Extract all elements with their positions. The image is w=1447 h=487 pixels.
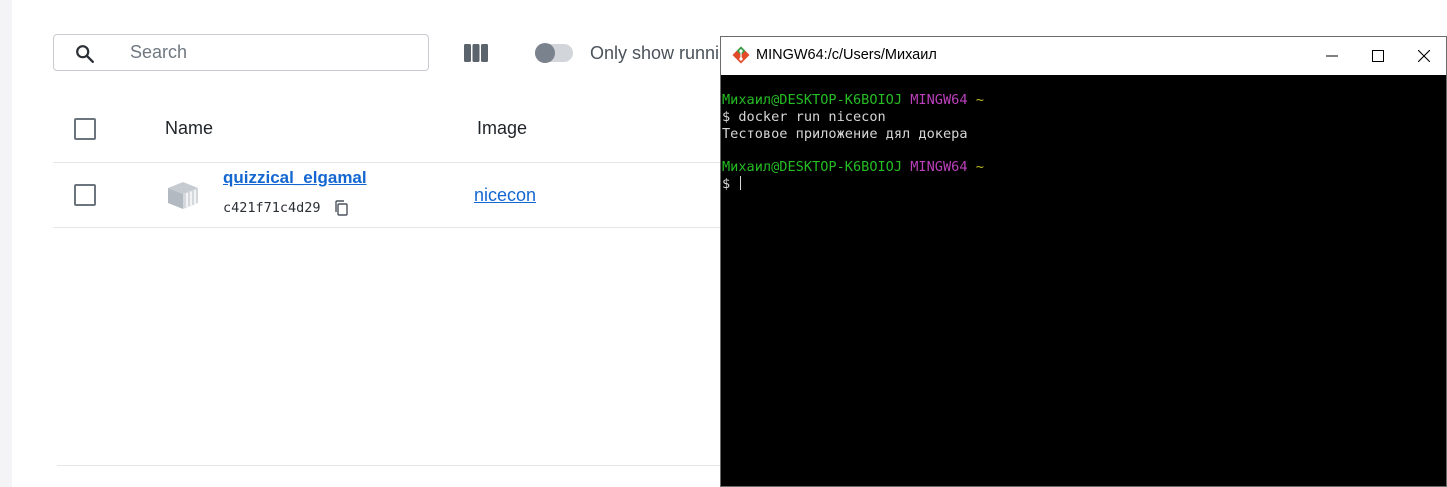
select-all-checkbox[interactable] — [74, 118, 96, 140]
left-edge-strip — [0, 0, 12, 487]
container-name-link[interactable]: quizzical_elgamal — [223, 168, 367, 188]
container-icon — [168, 182, 198, 209]
header-divider — [53, 162, 720, 163]
terminal-output[interactable]: Михаил@DESKTOP-K6BOIOJ MINGW64 ~ $ docker… — [722, 92, 1446, 486]
columns-icon[interactable] — [463, 42, 489, 64]
prompt-env: MINGW64 — [910, 159, 968, 176]
close-icon — [1418, 50, 1430, 62]
toggle-knob — [535, 43, 555, 63]
minimize-button[interactable] — [1309, 37, 1355, 75]
prompt-path: ~ — [975, 159, 984, 176]
row-checkbox[interactable] — [74, 184, 96, 206]
terminal-line: Тестовое приложение дял докера — [722, 126, 1446, 143]
copy-icon[interactable] — [334, 200, 348, 216]
row-divider — [53, 227, 720, 228]
git-icon — [732, 46, 750, 64]
maximize-icon — [1372, 50, 1384, 62]
search-icon — [76, 45, 94, 63]
terminal-line: $ docker run nicecon — [722, 109, 1446, 126]
minimize-icon — [1326, 55, 1338, 57]
container-id: c421f71c4d29 — [223, 200, 321, 216]
search-box[interactable] — [53, 34, 429, 71]
prompt-symbol: $ — [722, 175, 731, 192]
terminal-line: $ — [722, 175, 1446, 193]
prompt-user: Михаил@DESKTOP-K6BOIOJ — [722, 92, 903, 108]
search-input[interactable] — [130, 38, 410, 67]
text-cursor — [740, 175, 742, 190]
prompt-path: ~ — [975, 92, 984, 108]
maximize-button[interactable] — [1355, 37, 1401, 75]
terminal-titlebar[interactable]: MINGW64:/c/Users/Михаил — [721, 37, 1446, 75]
terminal-title: MINGW64:/c/Users/Михаил — [756, 47, 937, 63]
only-running-toggle[interactable] — [535, 43, 573, 63]
command-output: Тестовое приложение дял докера — [722, 125, 968, 142]
close-button[interactable] — [1401, 37, 1447, 75]
terminal-line: Михаил@DESKTOP-K6BOIOJ MINGW64 ~ — [722, 159, 1446, 176]
prompt-symbol: $ — [722, 108, 731, 125]
terminal-window[interactable]: MINGW64:/c/Users/Михаил Михаил@DESKTOP-K… — [720, 36, 1447, 487]
prompt-env: MINGW64 — [910, 92, 968, 108]
image-link[interactable]: nicecon — [474, 185, 536, 206]
command-text: docker run nicecon — [738, 108, 886, 125]
column-header-name[interactable]: Name — [165, 118, 213, 139]
column-header-image[interactable]: Image — [477, 118, 527, 139]
terminal-line: Михаил@DESKTOP-K6BOIOJ MINGW64 ~ — [722, 92, 1446, 109]
prompt-user: Михаил@DESKTOP-K6BOIOJ — [722, 159, 903, 176]
only-running-label: Only show runni — [590, 43, 720, 63]
table-bottom-divider — [57, 465, 720, 466]
